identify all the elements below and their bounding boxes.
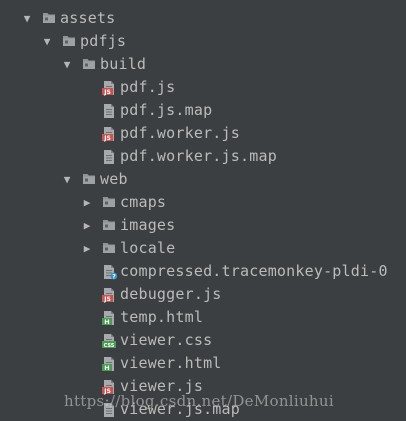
tree-item-label: pdf.js	[120, 78, 176, 96]
folder-icon	[102, 195, 116, 211]
tree-file-row[interactable]: JS pdf.js	[0, 76, 406, 99]
folder-icon	[82, 57, 96, 73]
tree-item-label: cmaps	[120, 193, 167, 211]
svg-text:CSS: CSS	[104, 343, 115, 349]
tree-item-label: pdf.worker.js	[120, 124, 240, 142]
expanded-arrow-icon[interactable]: ▼	[41, 30, 53, 53]
text-file-icon	[102, 149, 116, 165]
project-tree[interactable]: ▼ assets ▼ pdfjs ▼ build JS pdf.js pdf.js.map JS p…	[0, 0, 406, 420]
folder-icon	[82, 172, 96, 188]
collapsed-arrow-icon[interactable]: ▶	[81, 237, 93, 260]
svg-text:JS: JS	[103, 296, 111, 303]
unknown-file-icon: ?	[102, 264, 118, 280]
tree-item-label: debugger.js	[120, 285, 222, 303]
tree-item-label: viewer.html	[120, 354, 222, 372]
svg-text:H: H	[104, 364, 109, 372]
collapsed-arrow-icon[interactable]: ▶	[81, 191, 93, 214]
tree-item-label: assets	[60, 9, 116, 27]
tree-folder-row[interactable]: ▼ build	[0, 53, 406, 76]
folder-icon	[102, 218, 116, 234]
expanded-arrow-icon[interactable]: ▼	[61, 53, 73, 76]
tree-folder-row[interactable]: ▼ pdfjs	[0, 30, 406, 53]
collapsed-arrow-icon[interactable]: ▶	[81, 214, 93, 237]
expanded-arrow-icon[interactable]: ▼	[61, 168, 73, 191]
folder-icon	[102, 241, 116, 257]
tree-item-label: pdfjs	[80, 32, 127, 50]
css-file-icon: CSS	[102, 333, 116, 349]
tree-item-label: images	[120, 216, 176, 234]
tree-folder-row[interactable]: ▼ assets	[0, 7, 406, 30]
tree-folder-row[interactable]: ▶ cmaps	[0, 191, 406, 214]
javascript-file-icon: JS	[102, 80, 116, 96]
tree-file-row[interactable]: JS debugger.js	[0, 283, 406, 306]
folder-icon	[62, 34, 76, 50]
tree-item-label: build	[100, 55, 147, 73]
tree-file-row[interactable]: Hviewer.html	[0, 352, 406, 375]
svg-text:JS: JS	[103, 135, 111, 142]
watermark: https://blog.csdn.net/DeMonliuhui	[64, 392, 334, 410]
tree-item-label: viewer.css	[120, 331, 213, 349]
tree-item-label: locale	[120, 239, 176, 257]
tree-item-label: web	[100, 170, 128, 188]
tree-file-row[interactable]: Htemp.html	[0, 306, 406, 329]
tree-folder-row[interactable]: ▶ locale	[0, 237, 406, 260]
tree-file-row[interactable]: CSS viewer.css	[0, 329, 406, 352]
tree-item-label: pdf.worker.js.map	[120, 147, 277, 165]
tree-file-row[interactable]: ? compressed.tracemonkey-pldi-0	[0, 260, 406, 283]
folder-icon	[42, 11, 56, 27]
tree-item-label: pdf.js.map	[120, 101, 213, 119]
tree-file-row[interactable]: pdf.worker.js.map	[0, 145, 406, 168]
expanded-arrow-icon[interactable]: ▼	[21, 7, 33, 30]
tree-item-label: temp.html	[120, 308, 204, 326]
text-file-icon	[102, 103, 116, 119]
tree-file-row[interactable]: JS pdf.worker.js	[0, 122, 406, 145]
tree-file-row[interactable]: pdf.js.map	[0, 99, 406, 122]
html-file-icon: H	[102, 356, 116, 372]
html-file-icon: H	[102, 310, 116, 326]
svg-text:JS: JS	[103, 89, 111, 96]
tree-folder-row[interactable]: ▶ images	[0, 214, 406, 237]
javascript-file-icon: JS	[102, 287, 116, 303]
svg-text:H: H	[104, 318, 109, 326]
tree-item-label: compressed.tracemonkey-pldi-0	[120, 262, 388, 280]
svg-text:?: ?	[112, 273, 116, 280]
tree-folder-row[interactable]: ▼ web	[0, 168, 406, 191]
javascript-file-icon: JS	[102, 126, 116, 142]
